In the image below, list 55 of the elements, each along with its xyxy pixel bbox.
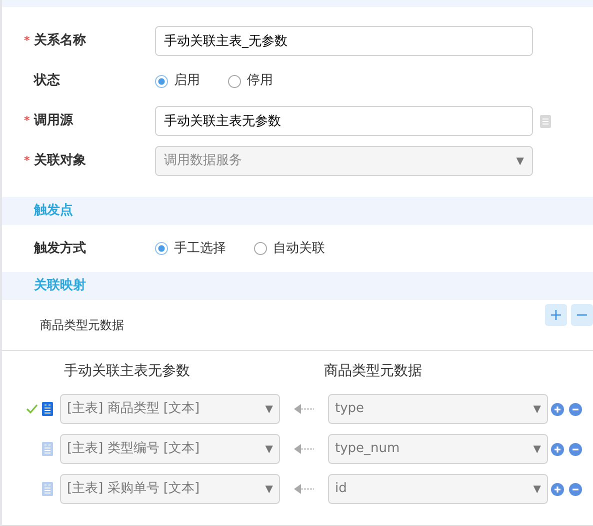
radio-option[interactable]: 手工选择 (155, 238, 226, 258)
select-field[interactable]: [主表] 类型编号 [文本] ▼ (60, 434, 280, 464)
arrow-icon (294, 484, 314, 494)
field-label: 调用源 (34, 112, 73, 130)
caret-icon: ▼ (533, 402, 541, 416)
radio-label: 自动关联 (273, 240, 325, 258)
radio-label: 停用 (247, 72, 273, 90)
select-field[interactable]: id ▼ (328, 474, 548, 504)
add-button[interactable]: + (545, 304, 567, 326)
radio-label: 启用 (174, 72, 200, 90)
field-icon[interactable] (42, 442, 53, 456)
radio-button[interactable] (155, 74, 168, 88)
arrow-icon (294, 404, 314, 414)
remove-circle-icon[interactable] (569, 402, 582, 416)
remove-circle-icon[interactable] (569, 482, 582, 496)
select-field[interactable]: [主表] 采购单号 [文本] ▼ (60, 474, 280, 504)
radio-option[interactable]: 自动关联 (254, 238, 325, 258)
radio-label: 手工选择 (174, 240, 226, 258)
section-header: 触发点 (2, 197, 593, 225)
field-label: 触发方式 (34, 240, 86, 258)
select-field[interactable]: [主表] 商品类型 [文本] ▼ (60, 394, 280, 424)
field-label: 状态 (34, 72, 60, 90)
required-asterisk: * (24, 32, 31, 49)
arrow-icon (294, 444, 314, 454)
section-header: 关联映射 (2, 272, 593, 300)
field-label: 关联对象 (34, 152, 86, 170)
add-circle-icon[interactable] (551, 482, 564, 496)
source-name: 商品类型元数据 (40, 317, 124, 334)
text-field[interactable]: 手动关联主表_无参数 (155, 26, 533, 56)
field-icon[interactable] (42, 482, 53, 496)
radio-option[interactable]: 停用 (228, 71, 273, 91)
select-field[interactable]: type_num ▼ (328, 434, 548, 464)
field-icon[interactable] (42, 402, 53, 416)
select-field[interactable]: type ▼ (328, 394, 548, 424)
column-header: 手动关联主表无参数 (64, 362, 191, 380)
caret-icon: ▼ (265, 402, 273, 416)
radio-button[interactable] (254, 242, 267, 255)
required-asterisk: * (24, 112, 31, 129)
radio-option[interactable]: 启用 (155, 71, 200, 91)
radio-button[interactable] (228, 74, 241, 88)
select-field[interactable]: 调用数据服务 ▼ (155, 146, 533, 176)
remove-circle-icon[interactable] (569, 442, 582, 456)
caret-icon: ▼ (533, 442, 541, 456)
caret-icon: ▼ (533, 482, 541, 496)
caret-icon: ▼ (265, 442, 273, 456)
caret-icon: ▼ (265, 482, 273, 496)
add-circle-icon[interactable] (551, 402, 564, 416)
text-field[interactable]: 手动关联主表无参数 (155, 106, 533, 136)
radio-button[interactable] (155, 242, 168, 255)
field-label: 关系名称 (34, 32, 86, 50)
caret-icon: ▼ (516, 154, 524, 168)
add-circle-icon[interactable] (551, 442, 564, 456)
remove-button[interactable]: − (571, 304, 593, 326)
column-header: 商品类型元数据 (324, 362, 422, 380)
required-asterisk: * (24, 152, 31, 169)
